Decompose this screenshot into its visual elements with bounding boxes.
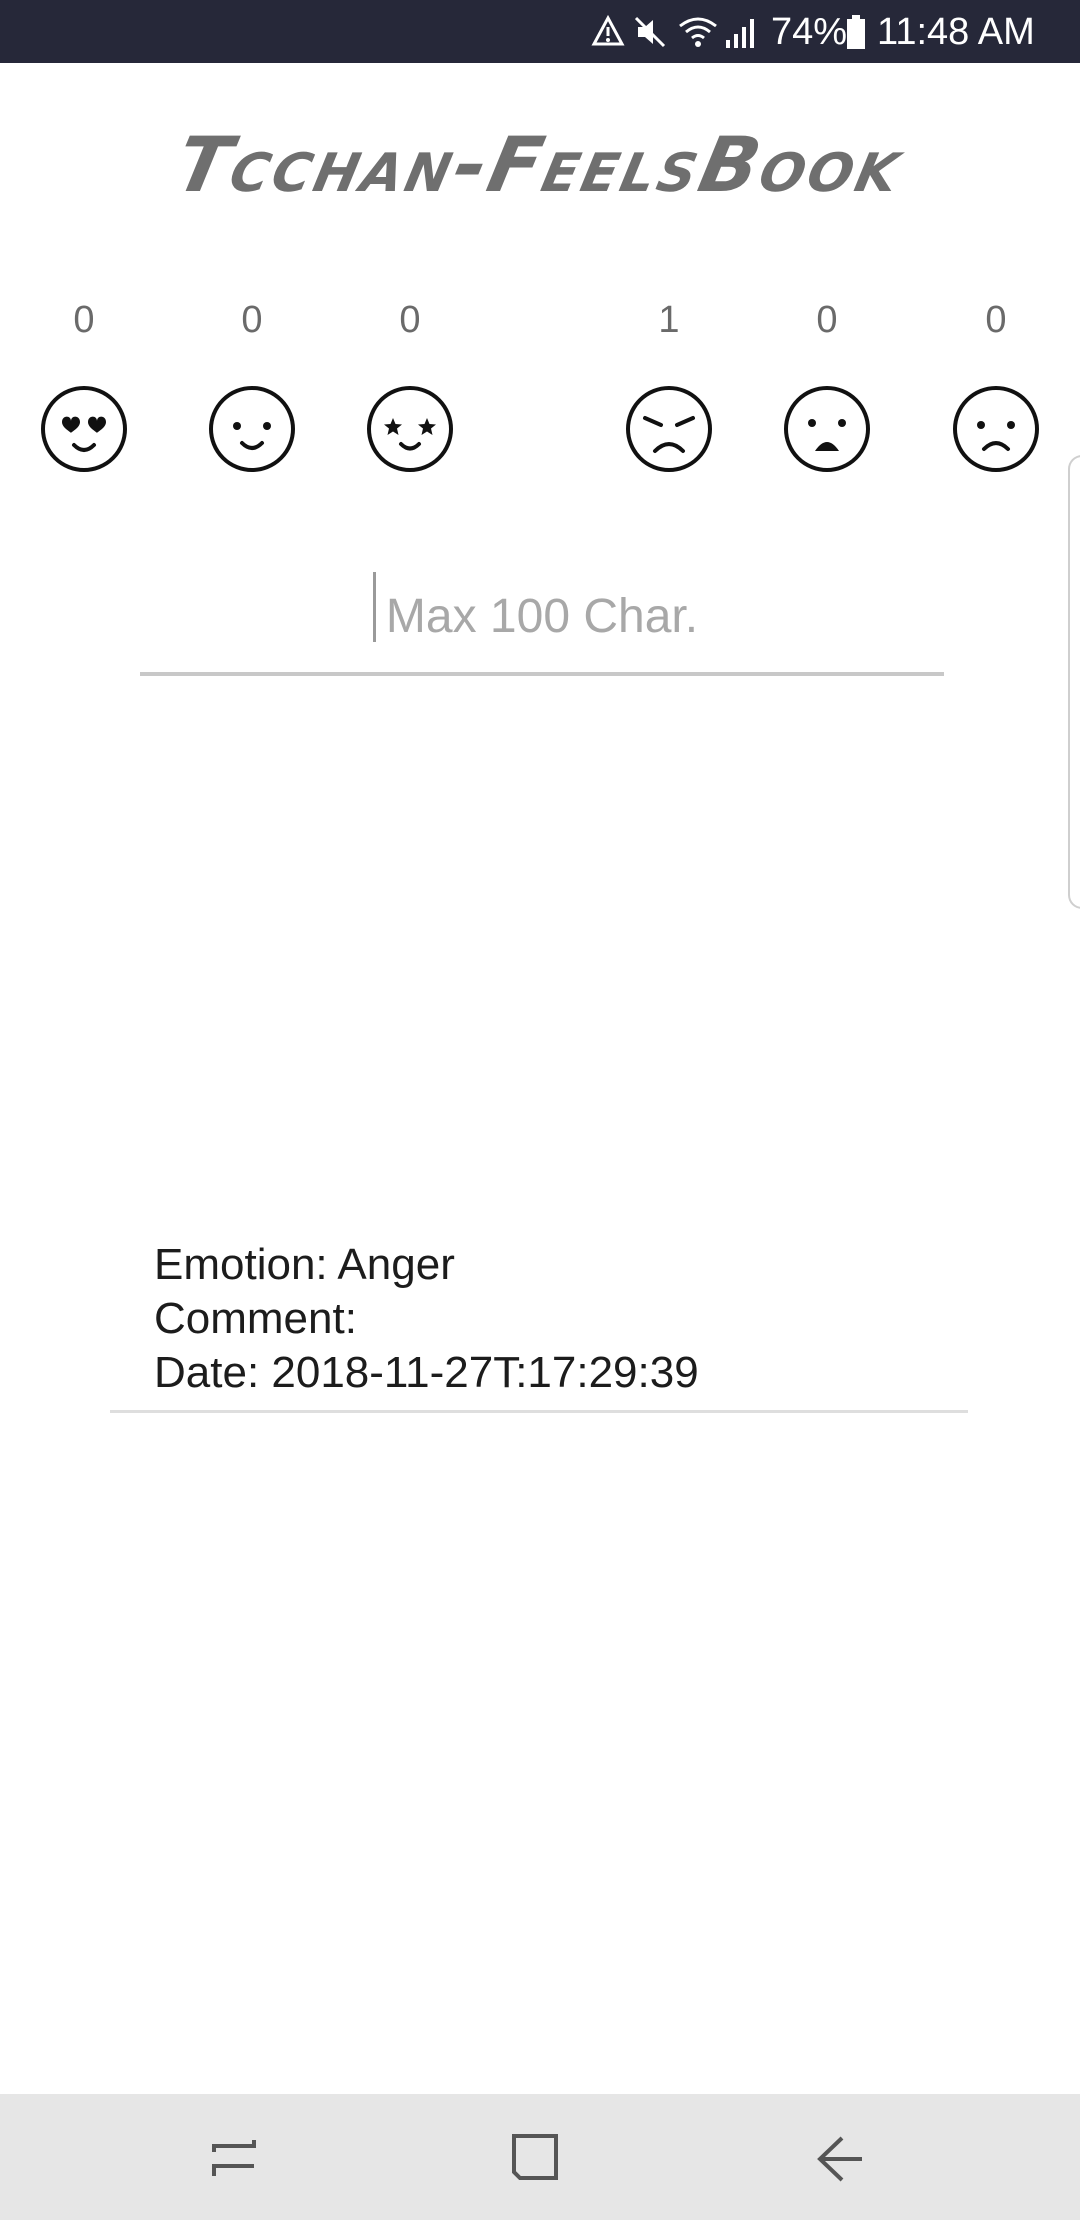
home-icon[interactable] — [502, 2124, 572, 2194]
signal-icon — [724, 12, 760, 52]
sad-face-icon — [953, 386, 1039, 472]
joy-face-icon — [209, 386, 295, 472]
recent-apps-icon[interactable] — [200, 2124, 270, 2194]
entry-emotion: Emotion: Anger — [154, 1240, 455, 1289]
back-icon[interactable] — [804, 2124, 874, 2194]
emotion-love-button[interactable]: 0 — [29, 295, 139, 473]
surprise-face-icon — [367, 386, 453, 472]
clock: 11:48 AM — [877, 11, 1035, 53]
app-title: Tcchan-FeelsBook — [168, 120, 912, 209]
battery-percent: 74% — [771, 11, 848, 53]
emotion-joy-count: 0 — [241, 299, 263, 341]
mute-icon — [632, 12, 668, 52]
love-face-icon — [41, 386, 127, 472]
comment-input[interactable] — [140, 560, 944, 676]
anger-face-icon — [626, 386, 712, 472]
status-bar: 74% 11:48 AM — [0, 0, 1080, 63]
fear-face-icon — [784, 386, 870, 472]
battery-icon — [845, 12, 867, 52]
text-cursor — [373, 572, 376, 642]
emotion-history-entry[interactable]: Emotion: Anger Comment: Date: 2018-11-27… — [110, 1238, 968, 1413]
emotion-love-count: 0 — [73, 299, 95, 341]
emotion-surprise-count: 0 — [399, 299, 421, 341]
sync-alert-icon — [590, 12, 626, 52]
emotion-fear-button[interactable]: 0 — [772, 295, 882, 473]
edge-panel-handle[interactable] — [1068, 455, 1080, 909]
emotion-anger-button[interactable]: 1 — [614, 295, 724, 473]
navigation-bar — [0, 2094, 1080, 2220]
emotion-joy-button[interactable]: 0 — [197, 295, 307, 473]
entry-comment: Comment: — [154, 1294, 357, 1343]
emotion-sadness-button[interactable]: 0 — [941, 295, 1051, 473]
emotion-anger-count: 1 — [658, 299, 680, 341]
wifi-icon — [678, 12, 718, 52]
entry-date: Date: 2018-11-27T:17:29:39 — [154, 1348, 699, 1397]
emotion-sadness-count: 0 — [985, 299, 1007, 341]
emotion-fear-count: 0 — [816, 299, 838, 341]
emotion-surprise-button[interactable]: 0 — [355, 295, 465, 473]
